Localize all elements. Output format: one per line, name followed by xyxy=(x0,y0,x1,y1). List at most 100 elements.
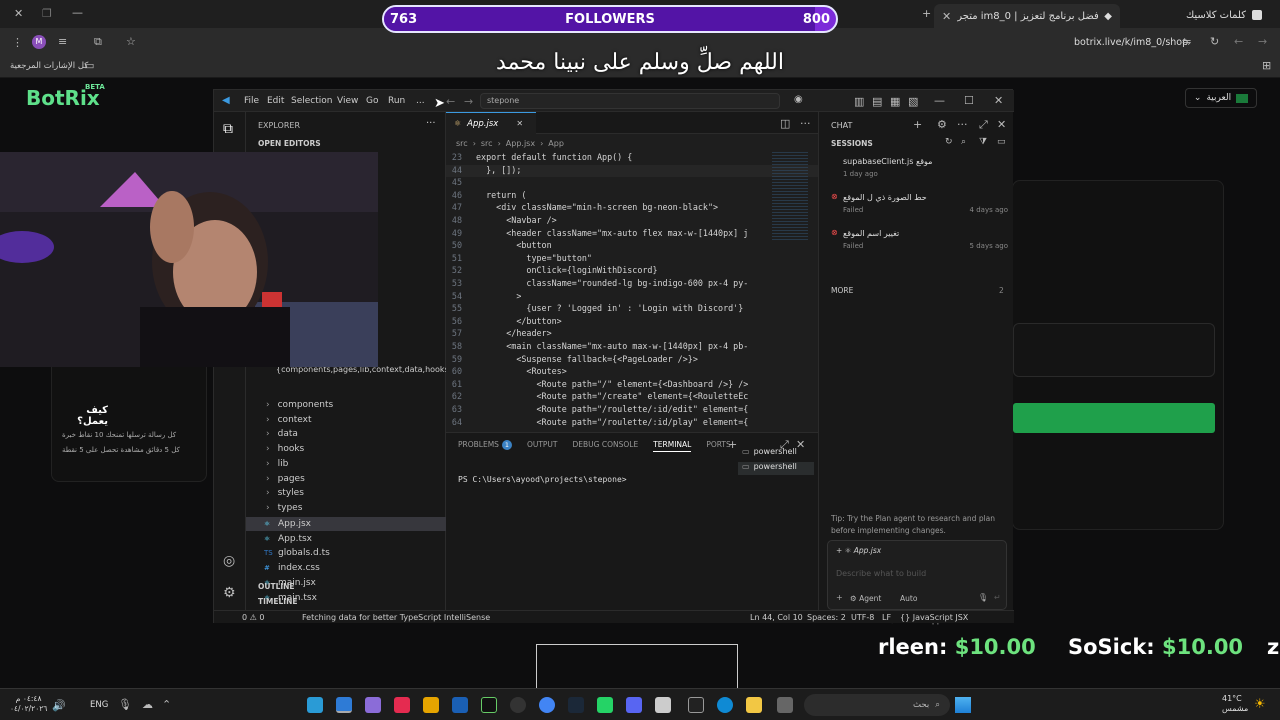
tree-folder[interactable]: › styles xyxy=(246,486,446,500)
mic-icon[interactable]: 🎙 xyxy=(118,699,132,710)
crumb-file[interactable]: App.jsx xyxy=(506,139,535,148)
tab-kalimat[interactable]: كلمات كلاسيك xyxy=(1120,4,1270,26)
encoding[interactable]: UTF-8 xyxy=(851,613,874,622)
layout-panel-icon[interactable]: ▤ xyxy=(872,96,882,107)
more-sessions[interactable]: MORE xyxy=(831,286,853,295)
code-line[interactable]: 48 <Navbar /> xyxy=(446,215,818,228)
menu-dots-icon[interactable]: ⋮ xyxy=(12,37,23,48)
code-line[interactable]: 44 }, []); xyxy=(446,164,818,178)
chat-input-box[interactable]: + ⚛ App.jsx Describe what to build + ⚙ A… xyxy=(827,540,1007,610)
tree-file[interactable]: ⚛ App.jsx xyxy=(246,517,446,531)
new-tab-icon[interactable]: + xyxy=(922,8,931,19)
split-editor-icon[interactable]: ◫ xyxy=(780,118,790,129)
windows-start-icon[interactable] xyxy=(955,697,971,713)
search-icon[interactable]: ⌕ xyxy=(961,138,966,147)
code-line[interactable]: 55 {user ? 'Logged in' : 'Login with Dis… xyxy=(446,303,818,316)
panel-tab-problems[interactable]: PROBLEMS 1 xyxy=(458,440,512,452)
code-line[interactable]: 50 <button xyxy=(446,240,818,253)
menu-go[interactable]: Go xyxy=(366,96,378,106)
menu-more[interactable]: ... xyxy=(416,96,425,106)
code-line[interactable]: 64 <Route path="/roulette/:id/play" elem… xyxy=(446,417,818,430)
back-icon[interactable]: ← xyxy=(1234,36,1243,47)
code-line[interactable]: 60 <Routes> xyxy=(446,366,818,379)
command-center-search[interactable]: stepone xyxy=(480,93,780,109)
bookmarks-label[interactable]: كل الإشارات المرجعية xyxy=(10,61,88,71)
model-picker[interactable]: Auto xyxy=(900,594,917,603)
apps-grid-icon[interactable]: ⊞ xyxy=(1262,60,1271,71)
volume-icon[interactable]: 🔊 xyxy=(52,700,66,711)
nav-back-icon[interactable]: ← xyxy=(446,96,455,107)
editor-more-icon[interactable]: ··· xyxy=(800,118,811,129)
app-icon-4[interactable] xyxy=(394,697,410,713)
code-line[interactable]: 53 className="rounded-lg bg-indigo-600 p… xyxy=(446,278,818,291)
chat-more-icon[interactable]: ··· xyxy=(957,119,968,130)
menu-file[interactable]: File xyxy=(244,96,259,106)
app-icon-3[interactable] xyxy=(365,697,381,713)
chat-context-file[interactable]: + ⚛ App.jsx xyxy=(836,546,881,555)
code-line[interactable]: 56 </button> xyxy=(446,316,818,329)
weather-widget[interactable]: 41°C مشمس xyxy=(1222,694,1248,714)
panel-tab-output[interactable]: OUTPUT xyxy=(527,440,558,452)
language-selector[interactable]: ⌄ العربية xyxy=(1185,88,1257,108)
code-line[interactable]: 63 <Route path="/roulette/:id/edit" elem… xyxy=(446,404,818,417)
session-item[interactable]: ⊗ تغيير اسم الموقع Failed 5 days ago xyxy=(819,227,1014,259)
filter-icon[interactable]: ⧩ xyxy=(979,138,987,147)
code-line[interactable]: 62 <Route path="/create" element={<Roule… xyxy=(446,391,818,404)
app-icon-6[interactable] xyxy=(452,697,468,713)
steam-icon[interactable] xyxy=(568,697,584,713)
url-text[interactable]: botrix.live/k/im8_0/shop xyxy=(1074,37,1188,48)
explorer-files-icon[interactable]: ⧉ xyxy=(223,122,233,136)
new-chat-icon[interactable]: + xyxy=(913,119,922,130)
layout-icon[interactable]: ▭ xyxy=(997,138,1006,147)
extensions-icon[interactable]: ⧉ xyxy=(94,36,102,47)
clock[interactable]: ٠٤:٤٨ م ٠٤/٠٢/٢٠٢٦ xyxy=(10,694,47,714)
session-item[interactable]: supabaseClient.js موقع 1 day ago xyxy=(819,155,1014,187)
tree-file[interactable]: TS globals.d.ts xyxy=(246,546,446,560)
copilot-icon[interactable]: ◉ xyxy=(794,95,803,105)
open-editors-section[interactable]: OPEN EDITORS xyxy=(258,139,321,148)
panel-tab-terminal[interactable]: TERMINAL xyxy=(653,440,692,452)
close-icon[interactable]: ✕ xyxy=(14,8,23,19)
tree-folder[interactable]: › components xyxy=(246,398,446,412)
indentation[interactable]: Spaces: 2 xyxy=(807,613,846,622)
app-icon-13[interactable] xyxy=(655,697,671,713)
code-line[interactable]: 59 <Suspense fallback={<PageLoader />}> xyxy=(446,354,818,367)
nav-forward-icon[interactable]: → xyxy=(464,96,473,107)
epic-games-icon[interactable] xyxy=(688,697,704,713)
terminal-prompt[interactable]: PS C:\Users\ayood\projects\stepone> xyxy=(458,475,627,484)
tray-chevron-icon[interactable]: ⌃ xyxy=(162,699,171,710)
outline-section[interactable]: OUTLINE xyxy=(258,582,295,591)
code-line[interactable]: 46 return ( xyxy=(446,190,818,203)
attach-icon[interactable]: + xyxy=(836,593,843,602)
code-line[interactable]: 47 <div className="min-h-screen bg-neon-… xyxy=(446,202,818,215)
shop-submit-button[interactable] xyxy=(1013,403,1215,433)
chat-maximize-icon[interactable]: ⤢ xyxy=(979,119,988,130)
code-line[interactable]: 52 onClick={loginWithDiscord} xyxy=(446,265,818,278)
crumb-src[interactable]: src xyxy=(456,139,468,148)
layout-aux-icon[interactable]: ▦ xyxy=(890,96,900,107)
profile-avatar[interactable]: M xyxy=(32,35,46,49)
menu-run[interactable]: Run xyxy=(388,96,405,106)
session-item[interactable]: ⊗ حط الصورة ذي ل الموقع Failed 4 days ago xyxy=(819,191,1014,223)
menu-edit[interactable]: Edit xyxy=(267,96,284,106)
chat-close-icon[interactable]: ✕ xyxy=(997,119,1006,130)
close-window-icon[interactable]: ✕ xyxy=(994,95,1003,106)
timeline-section[interactable]: TIMELINE xyxy=(258,597,297,606)
tree-folder[interactable]: › types xyxy=(246,501,446,515)
settings-gear-icon[interactable]: ⚙ xyxy=(223,586,236,600)
tree-file[interactable]: # index.css xyxy=(246,561,446,575)
shop-input-box[interactable] xyxy=(1013,323,1215,377)
maximize-icon[interactable]: ❐ xyxy=(42,8,52,19)
new-terminal-icon[interactable]: + xyxy=(728,439,737,450)
problems-status[interactable]: 0 ⚠ 0 xyxy=(242,613,264,622)
cloud-icon[interactable]: ☁ xyxy=(142,699,153,710)
mic-icon[interactable]: 🎙 xyxy=(978,593,988,602)
code-line[interactable]: 51 type="button" xyxy=(446,253,818,266)
crumb-src-2[interactable]: src xyxy=(481,139,493,148)
tab-botrix-shop[interactable]: ✕ متجر im8_0 | أفضل برنامج لتعزيز ◆ xyxy=(934,4,1120,28)
code-line[interactable]: 54 > xyxy=(446,291,818,304)
terminal-instance[interactable]: ▭ powershell xyxy=(738,462,814,475)
cursor-position[interactable]: Ln 44, Col 10 xyxy=(750,613,803,622)
code-line[interactable]: 57 </header> xyxy=(446,328,818,341)
tree-folder[interactable]: › context xyxy=(246,413,446,427)
